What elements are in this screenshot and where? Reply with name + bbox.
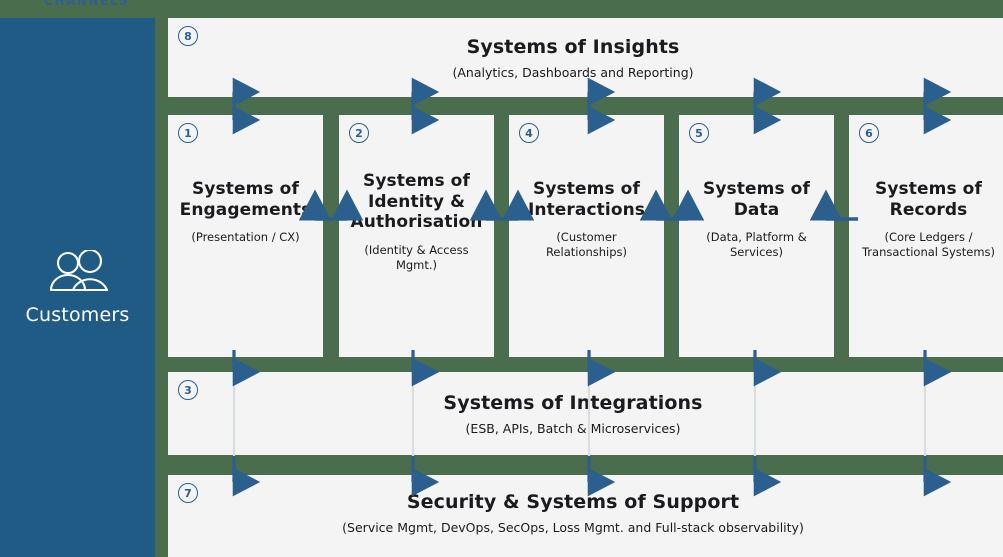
column-systems-of-interactions[interactable]: 4 Systems of Interactions (Customer Rela… [509,115,664,357]
badge-2: 2 [349,123,369,143]
column-systems-of-records[interactable]: 6 Systems of Records (Core Ledgers / Tra… [849,115,1003,357]
column-systems-of-engagements[interactable]: 1 Systems of Engagements (Presentation /… [168,115,323,357]
identity-subtitle: (Identity & Access Mgmt.) [364,243,469,272]
records-title: Systems of Records [875,179,982,220]
interactions-title: Systems of Interactions [527,179,646,220]
support-title: Security & Systems of Support [406,490,740,513]
support-subtitle: (Service Mgmt, DevOps, SecOps, Loss Mgmt… [342,519,804,535]
badge-5: 5 [689,123,709,143]
band-security-systems-of-support[interactable]: 7 Security & Systems of Support (Service… [168,475,1003,557]
records-subtitle: (Core Ledgers / Transactional Systems) [861,230,996,259]
band-systems-of-integrations[interactable]: 3 Systems of Integrations (ESB, APIs, Ba… [168,372,1003,455]
column-systems-of-data[interactable]: 5 Systems of Data (Data, Platform & Serv… [679,115,834,357]
engagements-subtitle: (Presentation / CX) [191,230,300,245]
channels-label: CHANNELS [44,0,130,8]
badge-1: 1 [178,123,198,143]
integrations-subtitle: (ESB, APIs, Batch & Microservices) [465,420,681,436]
customers-sidebar: Customers [0,18,155,557]
data-title: Systems of Data [703,179,810,220]
diagram-canvas: CHANNELS Customers 8 Systems of Insights… [0,0,1003,557]
band-systems-of-insights[interactable]: 8 Systems of Insights (Analytics, Dashbo… [168,18,1003,97]
customers-icon [49,249,108,291]
engagements-title: Systems of Engagements [179,179,312,220]
insights-subtitle: (Analytics, Dashboards and Reporting) [452,64,694,80]
column-systems-of-identity-authorisation[interactable]: 2 Systems of Identity & Authorisation (I… [339,115,494,357]
customers-label: Customers [25,303,130,326]
data-subtitle: (Data, Platform & Services) [706,230,807,259]
badge-4: 4 [519,123,539,143]
insights-title: Systems of Insights [466,35,680,58]
badge-6: 6 [859,123,879,143]
integrations-title: Systems of Integrations [443,391,703,414]
interactions-subtitle: (Customer Relationships) [545,230,628,259]
identity-title: Systems of Identity & Authorisation [350,171,483,233]
